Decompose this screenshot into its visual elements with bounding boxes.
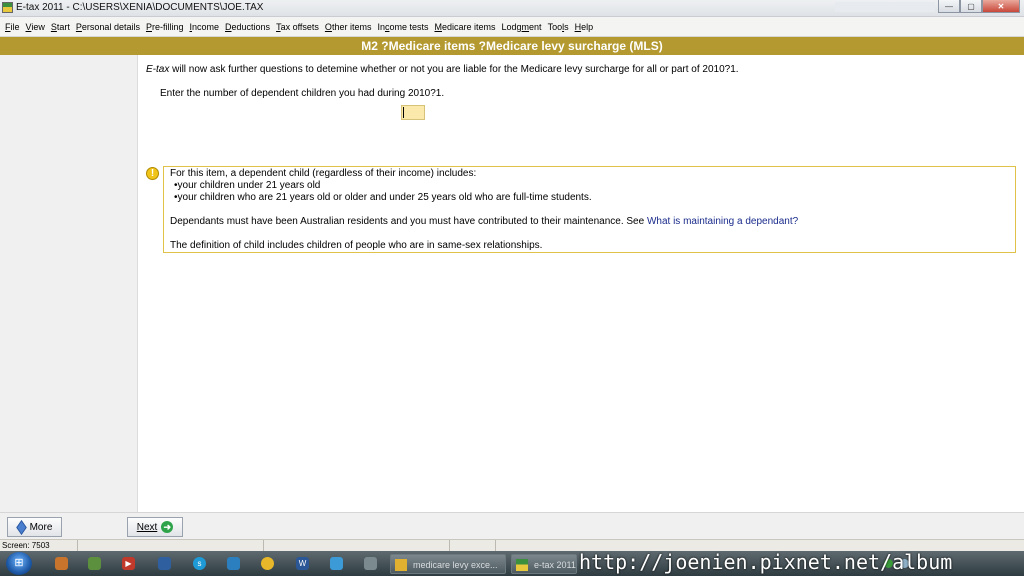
- menu-bar: File View Start Personal details Pre-fil…: [0, 17, 1024, 37]
- menu-tools[interactable]: Tools: [545, 22, 572, 32]
- menu-lodgment[interactable]: Lodgment: [499, 22, 545, 32]
- info-line-1: For this item, a dependent child (regard…: [170, 168, 477, 179]
- more-button[interactable]: More: [7, 517, 62, 537]
- menu-medicare-items[interactable]: Medicare items: [431, 22, 498, 32]
- bottom-button-bar: More Next ➜: [0, 512, 1024, 540]
- menu-file[interactable]: File: [2, 22, 23, 32]
- window-title: E-tax 2011 - C:\USERS\XENIA\DOCUMENTS\JO…: [16, 2, 264, 13]
- taskbar-task-medicare[interactable]: medicare levy exce...: [390, 554, 506, 574]
- menu-tax-offsets[interactable]: Tax offsets: [273, 22, 322, 32]
- eraser-icon: [15, 519, 27, 535]
- folder-icon[interactable]: [330, 557, 343, 570]
- etax-app-icon: [2, 2, 13, 13]
- menu-income[interactable]: Income: [187, 22, 223, 32]
- menu-income-tests[interactable]: Income tests: [374, 22, 431, 32]
- app-icon[interactable]: [364, 557, 377, 570]
- next-button[interactable]: Next ➜: [127, 517, 183, 537]
- etax-app-name: E-tax: [146, 64, 170, 75]
- menu-pre-filling[interactable]: Pre-filling: [143, 22, 187, 32]
- next-button-label: Next: [136, 521, 158, 533]
- chrome-icon[interactable]: [261, 557, 274, 570]
- title-bar-blur: [835, 2, 935, 12]
- watermark-url: http://joenien.pixnet.net/album: [579, 550, 953, 574]
- intro-rest: will now ask further questions to detemi…: [169, 64, 739, 75]
- info-bullet-2: •your children who are 21 years old or o…: [174, 192, 592, 203]
- text-caret: [403, 107, 404, 118]
- info-box: For this item, a dependent child (regard…: [163, 166, 1016, 253]
- more-button-label: More: [29, 521, 53, 533]
- info-icon: !: [146, 167, 159, 180]
- taskbar-task-etax[interactable]: e-tax 2011: [511, 554, 577, 574]
- title-bar: E-tax 2011 - C:\USERS\XENIA\DOCUMENTS\JO…: [0, 0, 1024, 17]
- maintaining-dependant-link[interactable]: What is maintaining a dependant?: [647, 216, 798, 227]
- dependent-children-input[interactable]: [401, 105, 425, 120]
- maximize-button[interactable]: ▢: [960, 0, 982, 13]
- media-player-icon[interactable]: ▶: [122, 557, 135, 570]
- etax-app-icon: [516, 559, 528, 571]
- minimize-button[interactable]: —: [938, 0, 960, 13]
- menu-other-items[interactable]: Other items: [322, 22, 375, 32]
- window-controls: — ▢ ✕: [938, 0, 1020, 14]
- menu-help[interactable]: Help: [572, 22, 597, 32]
- menu-personal-details[interactable]: Personal details: [73, 22, 143, 32]
- section-title: M2 ?Medicare items ?Medicare levy surcha…: [0, 37, 1024, 55]
- paint-icon[interactable]: [88, 557, 101, 570]
- skype-icon[interactable]: s: [193, 557, 206, 570]
- outlook-icon[interactable]: [158, 557, 171, 570]
- menu-start[interactable]: Start: [48, 22, 73, 32]
- menu-view[interactable]: View: [23, 22, 48, 32]
- start-button[interactable]: ⊞: [6, 552, 32, 575]
- dependent-children-prompt: Enter the number of dependent children y…: [160, 88, 445, 99]
- menu-deductions[interactable]: Deductions: [222, 22, 273, 32]
- arrow-right-icon: ➜: [161, 521, 174, 533]
- close-button[interactable]: ✕: [982, 0, 1020, 13]
- info-line-3: The definition of child includes childre…: [170, 240, 543, 251]
- main-content: E-tax will now ask further questions to …: [138, 55, 1024, 512]
- word-icon[interactable]: W: [296, 557, 309, 570]
- left-panel: [0, 55, 138, 512]
- info-line-2: Dependants must have been Australian res…: [170, 216, 799, 227]
- intro-text: E-tax will now ask further questions to …: [146, 64, 739, 75]
- info-bullet-1: •your children under 21 years old: [174, 180, 321, 191]
- app-icon[interactable]: [55, 557, 68, 570]
- explorer-icon[interactable]: [227, 557, 240, 570]
- pdf-icon: [395, 559, 407, 571]
